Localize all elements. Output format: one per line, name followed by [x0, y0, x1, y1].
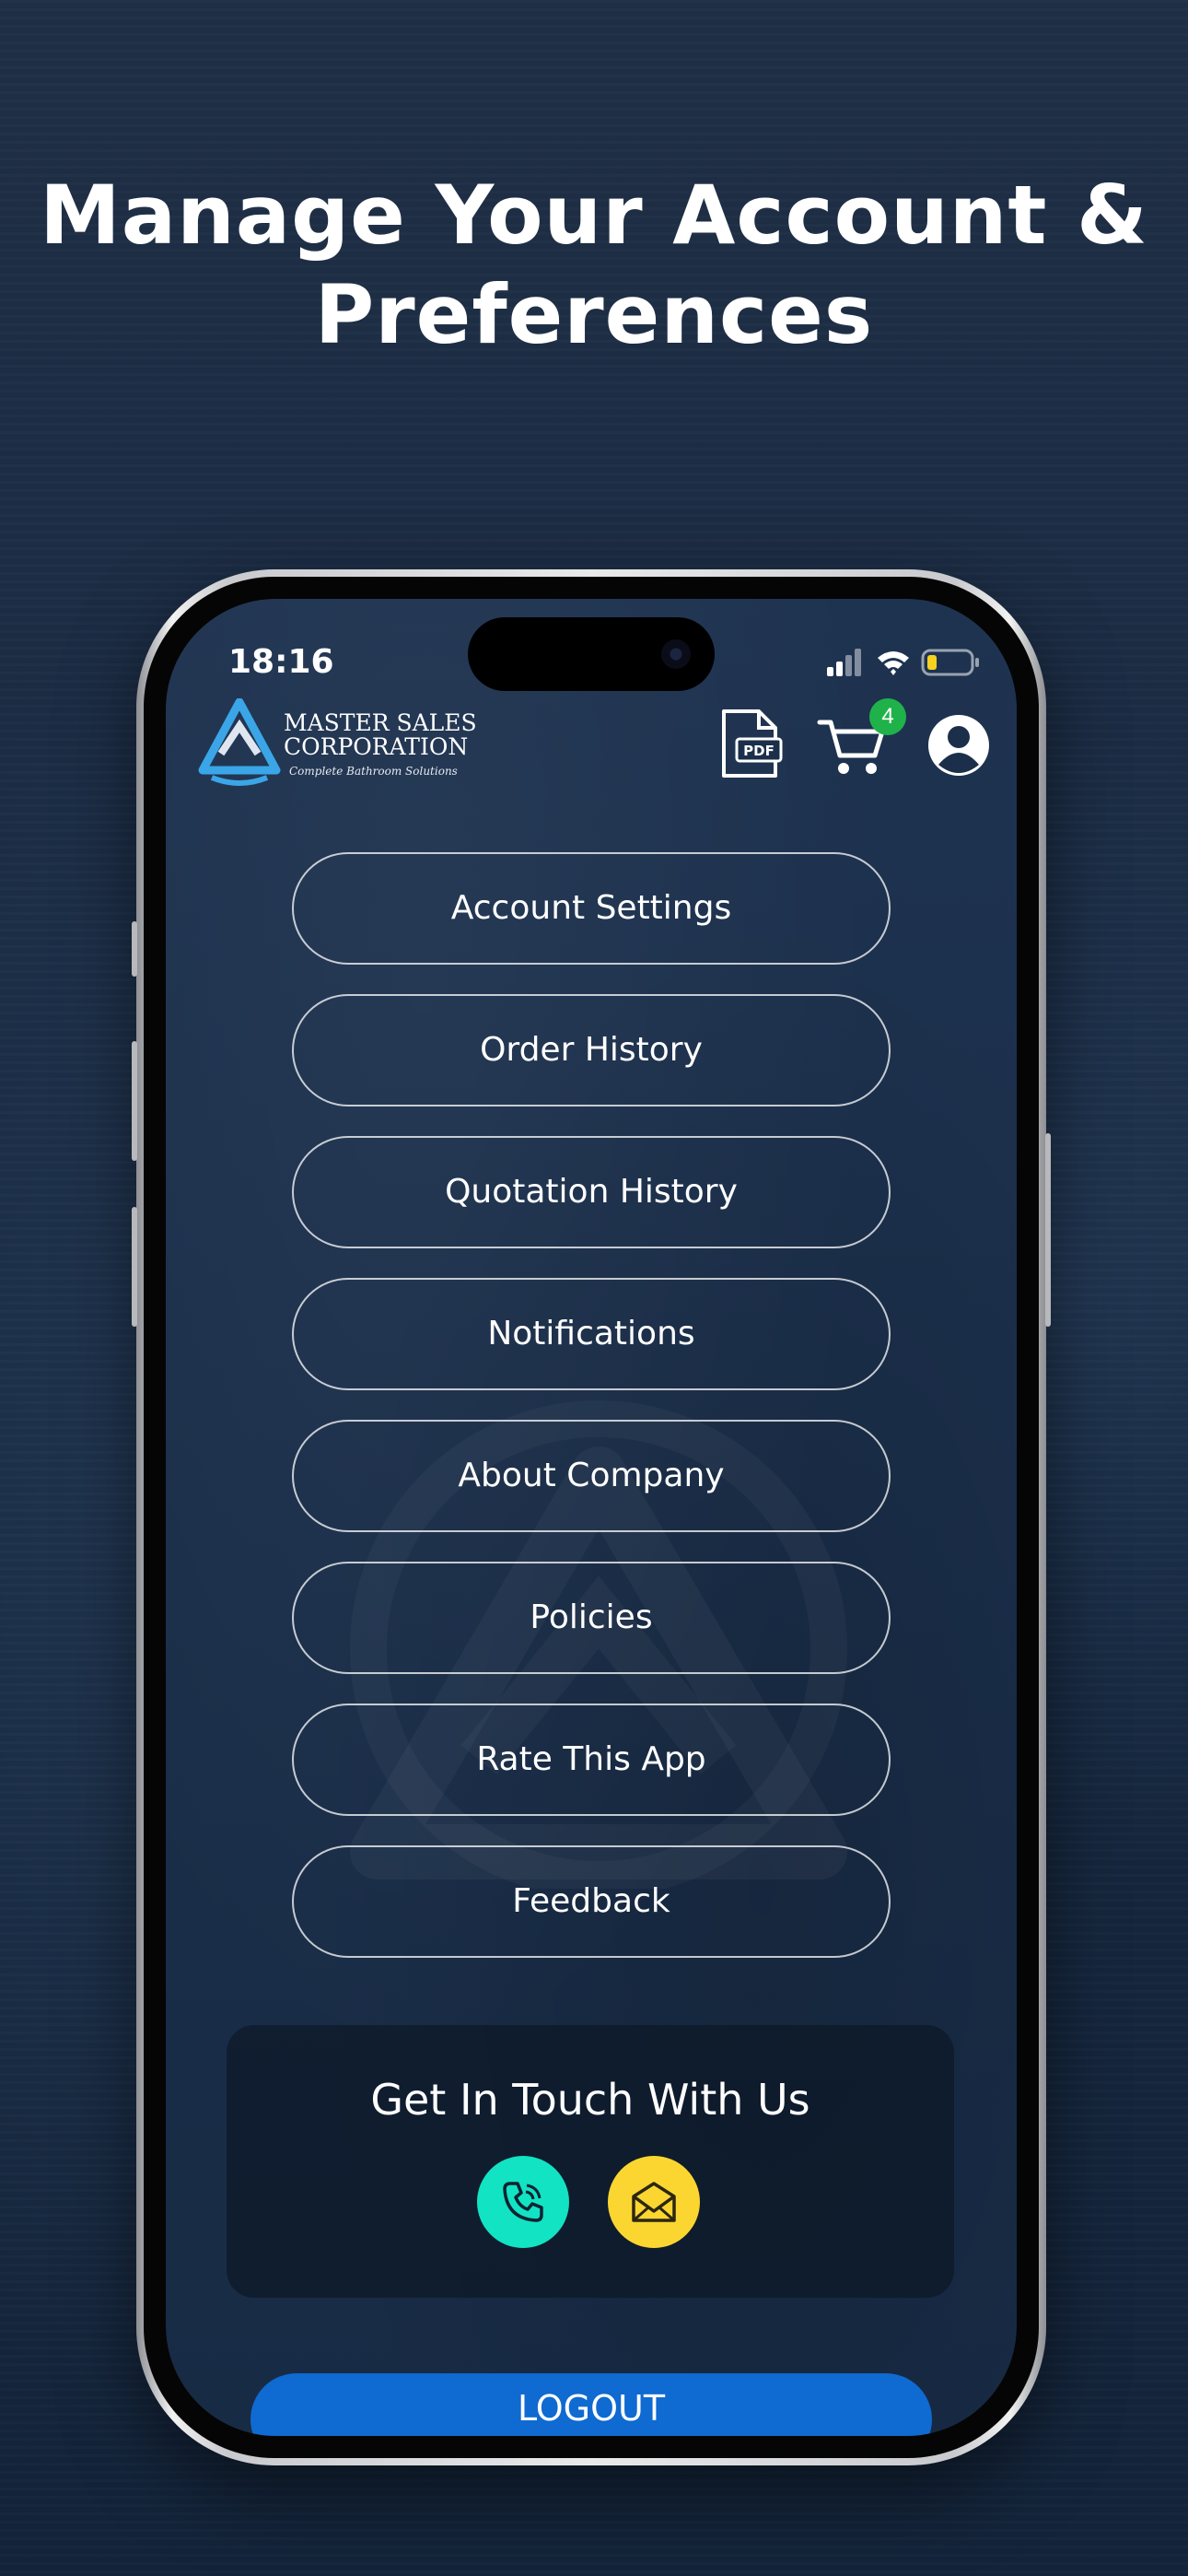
logout-button[interactable]: LOGOUT [250, 2373, 932, 2436]
about-company-button[interactable]: About Company [292, 1420, 891, 1532]
account-settings-button[interactable]: Account Settings [292, 852, 891, 965]
status-time: 18:16 [228, 643, 334, 681]
call-button[interactable] [477, 2156, 569, 2248]
power-button [1045, 1133, 1051, 1327]
rate-app-button[interactable]: Rate This App [292, 1704, 891, 1816]
phone-icon [503, 2182, 543, 2222]
status-icons [827, 649, 979, 676]
cart-badge: 4 [869, 698, 906, 735]
company-logo[interactable]: MASTER SALES CORPORATION Complete Bathro… [197, 698, 477, 790]
battery-icon [921, 649, 979, 676]
profile-icon[interactable] [926, 713, 991, 778]
volume-up-button [132, 1041, 137, 1161]
account-menu: Account Settings Order History Quotation… [292, 852, 891, 1987]
logo-line-1: MASTER SALES [284, 709, 477, 736]
pdf-label: PDF [743, 743, 775, 759]
phone-screen: 18:16 MASTER SALES CORPORATION Complete … [166, 599, 1017, 2436]
email-button[interactable] [608, 2156, 700, 2248]
pdf-icon[interactable]: PDF [716, 708, 785, 781]
mail-icon [632, 2182, 676, 2222]
wifi-icon [878, 651, 909, 675]
logo-line-2: CORPORATION [284, 733, 469, 760]
cellular-signal-icon [827, 649, 861, 676]
headline-line-1: Manage Your Account & [40, 168, 1148, 263]
feedback-button[interactable]: Feedback [292, 1845, 891, 1958]
company-logo-icon [198, 698, 281, 786]
silent-switch [132, 921, 137, 977]
contact-card: Get In Touch With Us [227, 2025, 954, 2298]
order-history-button[interactable]: Order History [292, 994, 891, 1107]
contact-title: Get In Touch With Us [370, 2075, 810, 2125]
marketing-headline: Manage Your Account & Preferences [0, 166, 1188, 365]
notifications-button[interactable]: Notifications [292, 1278, 891, 1390]
front-camera [661, 639, 691, 669]
headline-line-2: Preferences [314, 267, 874, 362]
logo-tagline: Complete Bathroom Solutions [289, 765, 458, 778]
quotation-history-button[interactable]: Quotation History [292, 1136, 891, 1248]
dynamic-island [468, 617, 715, 691]
policies-button[interactable]: Policies [292, 1562, 891, 1674]
volume-down-button [132, 1207, 137, 1327]
